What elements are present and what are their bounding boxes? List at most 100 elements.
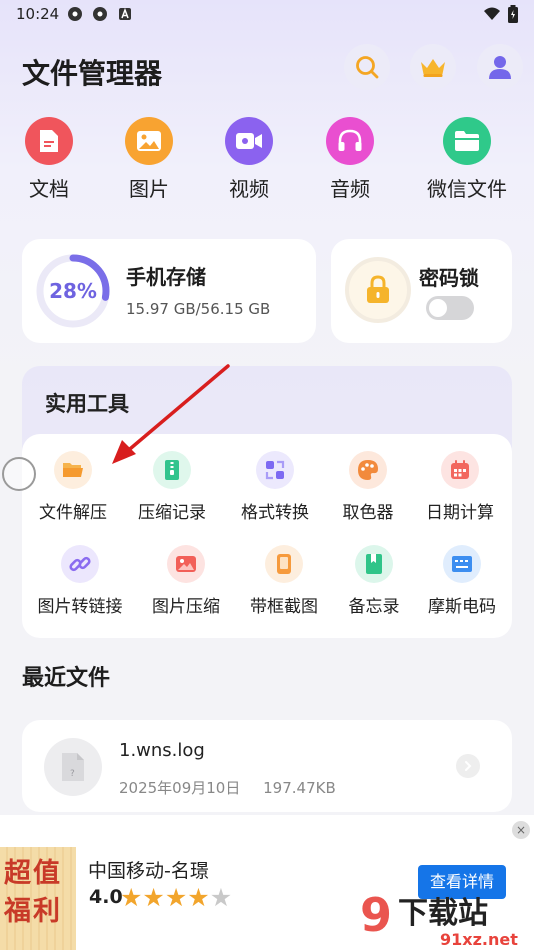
tool-icon-circle [349, 451, 387, 489]
folder-open-icon [63, 463, 83, 477]
ad-image: 超值福利 [0, 847, 76, 950]
annotation-arrow [112, 364, 230, 464]
category-videos[interactable]: 视频 [204, 117, 294, 202]
storage-size: 15.97 GB/56.15 GB [126, 300, 271, 318]
password-lock-card[interactable]: 密码锁 [331, 239, 512, 343]
status-bar: 10:24 [0, 0, 534, 30]
category-icon-circle [25, 117, 73, 165]
category-audio[interactable]: 音频 [305, 117, 395, 202]
star-icon: ★ [209, 883, 233, 912]
star-icon: ★ [187, 883, 210, 912]
svg-text:下载站: 下载站 [398, 896, 488, 931]
category-documents[interactable]: 文档 [4, 117, 94, 202]
tool-image-compress[interactable]: 图片压缩 [136, 545, 236, 617]
storage-card[interactable]: 28% 手机存储 15.97 GB/56.15 GB [22, 239, 316, 343]
toggle-knob [429, 299, 447, 317]
tool-memo[interactable]: 备忘录 [324, 545, 424, 617]
tool-color-picker[interactable]: 取色器 [318, 451, 418, 523]
tool-label: 图片转链接 [37, 597, 123, 617]
watermark-logo: 9 下载站 91xz.net [360, 888, 518, 949]
category-icon-circle [125, 117, 173, 165]
calendar-icon [451, 460, 469, 479]
tool-icon-circle [61, 545, 99, 583]
tool-label: 图片压缩 [152, 597, 220, 617]
file-meta: 2025年09月10日 197.47KB [119, 777, 336, 798]
tool-icon-circle [441, 451, 479, 489]
chevron-right-icon [465, 761, 472, 771]
file-thumb: ? [44, 738, 102, 796]
ad-rating-stars: ★★★★★ [120, 883, 232, 912]
storage-title: 手机存储 [126, 265, 206, 289]
battery-icon [508, 5, 518, 23]
ad-title: 中国移动-名璟 [88, 860, 209, 882]
star-icon: ★ [142, 883, 165, 912]
lock-toggle[interactable] [426, 296, 474, 320]
category-wechat-files[interactable]: 微信文件 [422, 117, 512, 202]
app-notification-icon [93, 7, 107, 21]
wifi-icon [484, 7, 500, 20]
tool-label: 压缩记录 [138, 503, 206, 523]
a-notification-icon [119, 7, 131, 20]
bookmark-icon [366, 554, 382, 574]
category-label: 微信文件 [427, 177, 507, 201]
star-icon: ★ [164, 883, 188, 912]
category-icon-circle [443, 117, 491, 165]
user-icon [489, 56, 511, 79]
tool-label: 摩斯电码 [428, 597, 496, 617]
tool-label: 格式转换 [241, 503, 309, 523]
file-size: 197.47KB [263, 779, 336, 797]
tools-panel: 实用工具 文件解压 压缩记录 格式转换 取色器 日期计算 图片转链接 图片压缩 … [22, 366, 512, 638]
file-open-button[interactable] [456, 754, 480, 778]
convert-icon [265, 460, 285, 480]
site-watermark: 9 下载站 91xz.net [360, 887, 534, 950]
image-compress-icon [176, 556, 196, 572]
tool-frame-screenshot[interactable]: 带框截图 [234, 545, 334, 617]
folder-icon [455, 131, 479, 151]
tool-icon-circle [54, 451, 92, 489]
ad-banner[interactable]: × 超值福利 中国移动-名璟 4.0 ★★★★★ 查看详情 9 下载站 91xz… [0, 815, 534, 950]
tool-morse-code[interactable]: 摩斯电码 [412, 545, 512, 617]
lock-icon [367, 275, 389, 303]
touch-indicator [2, 457, 36, 491]
search-icon [356, 56, 379, 79]
svg-text:?: ? [70, 769, 75, 779]
svg-text:9: 9 [360, 888, 392, 942]
ad-close-button[interactable]: × [512, 821, 530, 839]
ad-image-text: 超值福利 [4, 858, 62, 927]
lock-icon-circle [345, 257, 411, 323]
tool-icon-circle [355, 545, 393, 583]
category-icon-circle [225, 117, 273, 165]
category-images[interactable]: 图片 [104, 117, 194, 202]
tool-label: 日期计算 [426, 503, 494, 523]
file-date: 2025年09月10日 [119, 779, 241, 797]
tool-icon-circle [265, 545, 303, 583]
tool-label: 取色器 [342, 503, 394, 523]
status-time: 10:24 [16, 5, 60, 23]
page-title: 文件管理器 [22, 57, 163, 90]
tool-label: 备忘录 [348, 597, 400, 617]
profile-button[interactable] [477, 44, 523, 90]
headphones-icon [338, 129, 362, 151]
tool-icon-circle [443, 545, 481, 583]
tool-date-calc[interactable]: 日期计算 [410, 451, 510, 523]
crown-icon [421, 59, 445, 77]
tool-format-convert[interactable]: 格式转换 [225, 451, 325, 523]
category-label: 音频 [330, 177, 370, 201]
app-header: 文件管理器 [0, 40, 534, 100]
lock-title: 密码锁 [419, 266, 479, 290]
document-icon [40, 130, 58, 152]
app-notification-icon [68, 7, 82, 21]
svg-text:91xz.net: 91xz.net [440, 930, 518, 949]
keyboard-icon [452, 556, 472, 572]
ad-rating: 4.0 [89, 886, 123, 908]
storage-percent: 28% [49, 279, 97, 303]
tool-icon-circle [167, 545, 205, 583]
phone-frame-icon [277, 554, 291, 574]
star-icon: ★ [120, 883, 143, 912]
tool-image-to-link[interactable]: 图片转链接 [30, 545, 130, 617]
search-button[interactable] [344, 44, 390, 90]
recent-file-item[interactable]: ? 1.wns.log 2025年09月10日 197.47KB [22, 720, 512, 812]
vip-button[interactable] [410, 44, 456, 90]
recent-files-title: 最近文件 [22, 666, 111, 691]
palette-icon [358, 460, 378, 480]
